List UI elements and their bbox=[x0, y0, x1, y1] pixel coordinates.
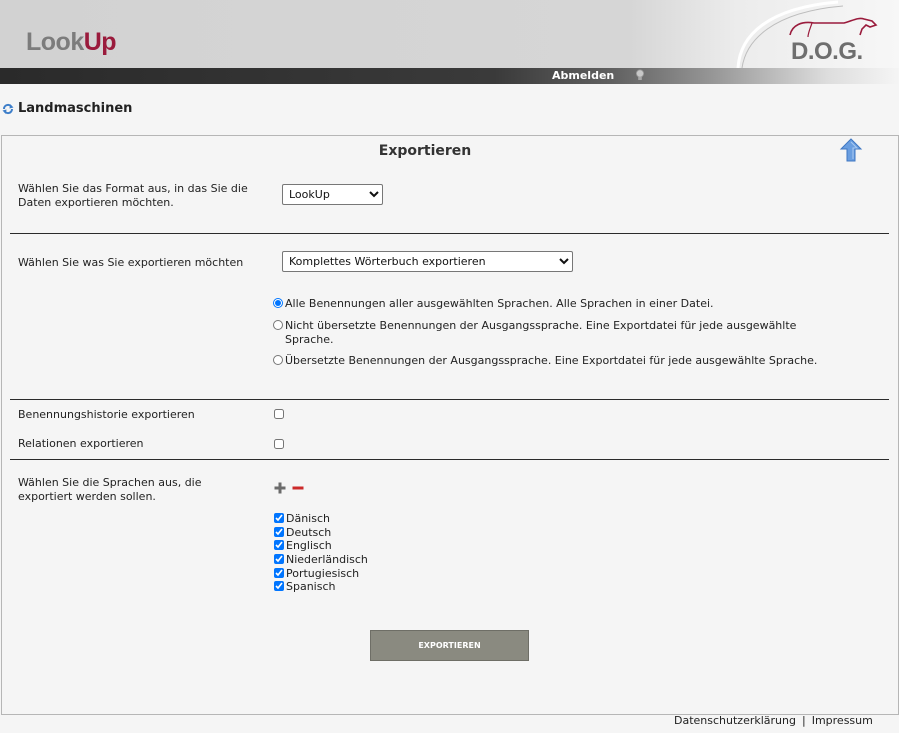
option-translated-terms[interactable]: Übersetzte Benennungen der Ausgangssprac… bbox=[273, 354, 833, 368]
export-scope-label: Wählen Sie was Sie exportieren möchten bbox=[18, 256, 244, 269]
relations-checkbox[interactable] bbox=[274, 439, 284, 449]
option-untranslated-radio[interactable] bbox=[273, 320, 283, 330]
history-label: Benennungshistorie exportieren bbox=[18, 408, 195, 421]
option-all-terms-radio[interactable] bbox=[273, 298, 283, 308]
imprint-link[interactable]: Impressum bbox=[812, 714, 873, 727]
plus-icon[interactable] bbox=[274, 482, 286, 494]
languages-label: Wählen Sie die Sprachen aus, die exporti… bbox=[18, 476, 202, 503]
language-checkbox-dutch[interactable] bbox=[274, 554, 284, 564]
language-checkbox-german[interactable] bbox=[274, 527, 284, 537]
arrow-up-icon[interactable] bbox=[838, 137, 864, 163]
app-header: LookUp D.O.G. bbox=[0, 0, 899, 68]
format-select[interactable]: LookUp bbox=[282, 184, 383, 205]
footer-separator: | bbox=[801, 714, 806, 727]
refresh-icon[interactable] bbox=[2, 103, 14, 115]
option-untranslated-label: Nicht übersetzte Benennungen der Ausgang… bbox=[285, 319, 797, 346]
footer: Datenschutzerklärung | Impressum bbox=[674, 714, 873, 727]
minus-icon[interactable] bbox=[292, 482, 304, 494]
language-checkbox-spanish[interactable] bbox=[274, 581, 284, 591]
language-checkbox-portuguese[interactable] bbox=[274, 568, 284, 578]
option-translated-radio[interactable] bbox=[273, 355, 283, 365]
option-untranslated-terms[interactable]: Nicht übersetzte Benennungen der Ausgang… bbox=[273, 319, 833, 347]
divider-3 bbox=[10, 459, 889, 460]
dog-logo-icon bbox=[789, 17, 878, 38]
language-name-portuguese: Portugiesisch bbox=[286, 567, 360, 580]
page-title: Landmaschinen bbox=[18, 101, 133, 116]
export-panel: Exportieren Wählen Sie das Format aus, i… bbox=[1, 135, 899, 715]
divider-1 bbox=[10, 233, 889, 234]
option-translated-label: Übersetzte Benennungen der Ausgangssprac… bbox=[285, 354, 818, 367]
option-all-terms[interactable]: Alle Benennungen aller ausgewählten Spra… bbox=[273, 297, 833, 311]
export-heading: Exportieren bbox=[378, 143, 472, 159]
language-name-dutch: Niederländisch bbox=[286, 553, 368, 566]
divider-2 bbox=[10, 399, 889, 400]
language-item-spanish[interactable]: Spanisch bbox=[274, 580, 335, 593]
language-item-danish[interactable]: Dänisch bbox=[274, 512, 330, 525]
export-button[interactable]: EXPORTIEREN bbox=[370, 630, 529, 661]
logout-link[interactable]: Abmelden bbox=[552, 69, 614, 82]
language-item-dutch[interactable]: Niederländisch bbox=[274, 553, 368, 566]
language-item-portuguese[interactable]: Portugiesisch bbox=[274, 567, 359, 580]
language-checkbox-english[interactable] bbox=[274, 540, 284, 550]
option-all-terms-label: Alle Benennungen aller ausgewählten Spra… bbox=[285, 297, 714, 310]
language-item-english[interactable]: Englisch bbox=[274, 539, 332, 552]
privacy-link[interactable]: Datenschutzerklärung bbox=[674, 714, 796, 727]
dog-brand-text: D.O.G. bbox=[791, 38, 863, 65]
lightbulb-icon[interactable] bbox=[635, 69, 645, 82]
logo-up-text: Up bbox=[83, 28, 117, 56]
format-label: Wählen Sie das Format aus, in das Sie di… bbox=[18, 182, 248, 209]
relations-label: Relationen exportieren bbox=[18, 437, 144, 450]
history-checkbox[interactable] bbox=[274, 409, 284, 419]
nav-bar: Abmelden bbox=[0, 68, 899, 84]
lookup-logo: LookUp bbox=[26, 28, 117, 57]
logo-look-text: Look bbox=[26, 28, 84, 56]
language-checkbox-danish[interactable] bbox=[274, 513, 284, 523]
export-scope-select[interactable]: Komplettes Wörterbuch exportieren bbox=[282, 251, 573, 272]
language-item-german[interactable]: Deutsch bbox=[274, 526, 331, 539]
